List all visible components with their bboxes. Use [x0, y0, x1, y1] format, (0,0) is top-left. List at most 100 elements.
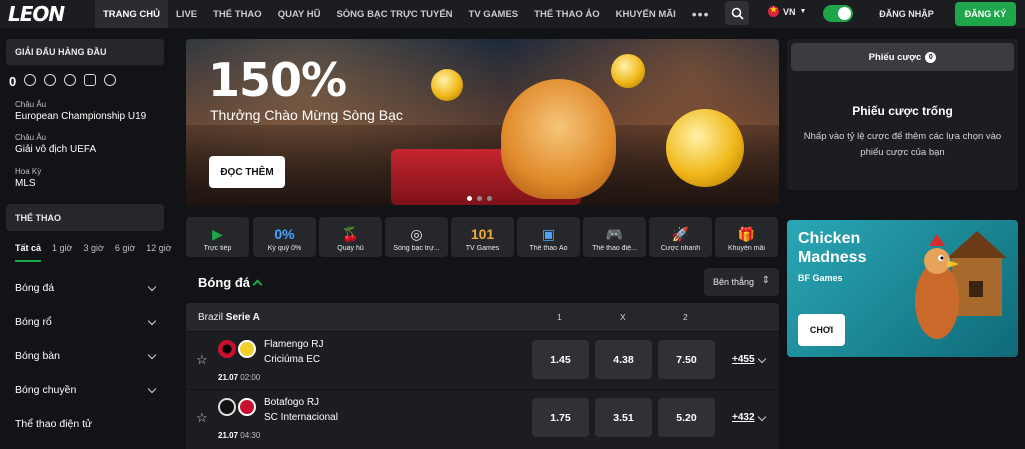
time-tab-3h[interactable]: 3 giờ	[83, 243, 103, 262]
nav-live[interactable]: LIVE	[168, 0, 205, 28]
odd-away[interactable]: 7.50	[658, 340, 715, 379]
gamepad-icon[interactable]	[84, 74, 97, 86]
language-selector[interactable]: VN ▼	[768, 5, 807, 17]
odd-draw[interactable]: 3.51	[595, 398, 652, 437]
league-title[interactable]: Brazil Serie A	[198, 312, 260, 323]
time-tab-all[interactable]: Tất cả	[15, 243, 42, 262]
quick-link-live[interactable]: ▶ Trực tiếp	[186, 217, 249, 257]
sidebar-item-basketball[interactable]: Bóng rổ	[15, 316, 157, 328]
cherry-icon: 🍒	[341, 226, 360, 242]
more-menu-icon[interactable]: •••	[684, 0, 718, 28]
sport-label: Bóng rổ	[15, 316, 52, 328]
rooster-mascot-image	[915, 231, 1007, 339]
quick-link-zero-deposit[interactable]: 0% Ký quỹ 0%	[253, 217, 316, 257]
favorite-star-icon[interactable]: ☆	[196, 352, 208, 368]
quick-link-esports[interactable]: 🎮 Thể thao điệ...	[583, 217, 646, 257]
time-tab-12h[interactable]: 12 giờ	[146, 243, 171, 262]
sort-label: Bên thắng	[713, 277, 755, 287]
favorite-star-icon[interactable]: ☆	[196, 410, 208, 426]
nav-slots[interactable]: QUAY HŨ	[270, 0, 329, 28]
carousel-dot[interactable]	[487, 196, 492, 201]
league-region: Châu Âu	[15, 133, 47, 142]
sidebar-item-volleyball[interactable]: Bóng chuyền	[15, 384, 157, 396]
table-row[interactable]: ☆ Botafogo RJ SC Internacional 21.07 04:…	[186, 389, 779, 445]
nav-tv-games[interactable]: TV GAMES	[461, 0, 527, 28]
home-team: Flamengo RJ	[264, 339, 324, 350]
language-label: VN	[783, 6, 796, 17]
quick-link-label: Ký quỹ 0%	[267, 245, 302, 252]
match-clock: 04:30	[240, 431, 261, 440]
game-promo-card[interactable]: Chicken Madness BF Games CHƠI	[787, 220, 1018, 357]
league-item[interactable]: Hoa Kỳ MLS	[15, 167, 41, 189]
bet-slip-tab[interactable]: Phiếu cược 0	[791, 43, 1014, 71]
nav-live-casino[interactable]: SÒNG BẠC TRỰC TUYẾN	[328, 0, 460, 28]
gamepad-icon: 🎮	[605, 226, 624, 242]
col-header-2: 2	[683, 312, 688, 322]
carousel-dot[interactable]	[477, 196, 482, 201]
team-crest-icon	[218, 340, 236, 358]
odd-away[interactable]: 5.20	[658, 398, 715, 437]
sidebar-item-esports[interactable]: Thể thao điện tử	[15, 418, 155, 430]
register-button[interactable]: ĐĂNG KÝ	[955, 2, 1016, 26]
carousel-dots	[467, 196, 492, 201]
quick-link-tv-games[interactable]: 101 TV Games	[451, 217, 514, 257]
quick-link-label: Trực tiếp	[203, 245, 232, 252]
more-markets-link[interactable]: +455	[732, 354, 755, 365]
top-leagues-title: GIẢI ĐẤU HÀNG ĐẦU	[6, 39, 164, 65]
quick-link-live-casino[interactable]: ◎ Sòng bạc trự...	[385, 217, 448, 257]
odd-home[interactable]: 1.75	[532, 398, 589, 437]
time-tab-1h[interactable]: 1 giờ	[52, 243, 72, 262]
match-clock: 02:00	[240, 373, 261, 382]
quick-link-promotions[interactable]: 🎁 Khuyến mãi	[715, 217, 778, 257]
quick-link-fast-bet[interactable]: 🚀 Cược nhanh	[649, 217, 712, 257]
main-nav: TRANG CHỦ LIVE THỂ THAO QUAY HŨ SÒNG BẠC…	[95, 0, 718, 28]
carousel-dot[interactable]	[467, 196, 472, 201]
soccer-icon[interactable]	[24, 74, 37, 86]
sidebar-item-table-tennis[interactable]: Bóng bàn	[15, 350, 157, 362]
col-header-1: 1	[557, 312, 562, 322]
quick-link-virtual-sports[interactable]: ▣ Thể thao Ảo	[517, 217, 580, 257]
sort-select[interactable]: Bên thắng	[704, 268, 779, 296]
chevron-down-icon	[147, 384, 157, 393]
nav-virtual-sports[interactable]: THỂ THAO ẢO	[526, 0, 607, 28]
promo-banner[interactable]: 150% Thưởng Chào Mừng Sòng Bạc ĐỌC THÊM	[186, 39, 779, 205]
caret-down-icon: ▼	[799, 8, 807, 15]
read-more-button[interactable]: ĐỌC THÊM	[209, 156, 285, 188]
theme-toggle[interactable]	[823, 5, 853, 22]
bet-slip-count: 0	[925, 51, 937, 63]
volleyball-icon[interactable]	[64, 74, 77, 86]
search-button[interactable]	[725, 1, 749, 25]
sports-section-title: THỂ THAO	[6, 204, 164, 231]
odd-draw[interactable]: 4.38	[595, 340, 652, 379]
section-title[interactable]: Bóng đá	[198, 275, 263, 290]
chevron-down-icon	[147, 316, 157, 325]
sport-label: Bóng bàn	[15, 350, 60, 362]
game-title: Chicken Madness	[798, 230, 867, 266]
quick-link-slots[interactable]: 🍒 Quay hũ	[319, 217, 382, 257]
more-markets-link[interactable]: +432	[732, 412, 755, 423]
time-tab-6h[interactable]: 6 giờ	[115, 243, 135, 262]
vietnam-flag-icon	[768, 5, 779, 17]
nav-sports[interactable]: THỂ THAO	[205, 0, 270, 28]
league-item[interactable]: Châu Âu European Championship U19	[15, 100, 146, 122]
league-item[interactable]: Châu Âu Giải vô địch UEFA	[15, 133, 96, 155]
col-header-x: X	[620, 312, 626, 322]
table-row[interactable]: ☆ Flamengo RJ Criciúma EC 21.07 02:00 1.…	[186, 331, 779, 387]
nav-home[interactable]: TRANG CHỦ	[95, 0, 168, 28]
league-title-name: Serie A	[225, 311, 260, 323]
play-button[interactable]: CHƠI	[798, 314, 845, 346]
sidebar-item-football[interactable]: Bóng đá	[15, 282, 157, 294]
sport-label: Bóng chuyền	[15, 384, 77, 396]
basketball-icon[interactable]	[44, 74, 57, 86]
banner-subline: Thưởng Chào Mừng Sòng Bạc	[210, 107, 403, 123]
odd-home[interactable]: 1.45	[532, 340, 589, 379]
sport-count[interactable]: 0	[9, 74, 16, 89]
login-button[interactable]: ĐĂNG NHẬP	[869, 3, 944, 25]
leon-logo[interactable]: LEON	[0, 0, 95, 28]
team-crest-icon	[218, 398, 236, 416]
nav-promotions[interactable]: KHUYẾN MÃI	[608, 0, 684, 28]
esports-icon[interactable]	[104, 74, 117, 86]
league-region: Hoa Kỳ	[15, 167, 42, 176]
league-name: MLS	[15, 178, 36, 189]
bet-slip-panel: Phiếu cược 0 Phiếu cược trống Nhấp vào t…	[787, 39, 1018, 190]
